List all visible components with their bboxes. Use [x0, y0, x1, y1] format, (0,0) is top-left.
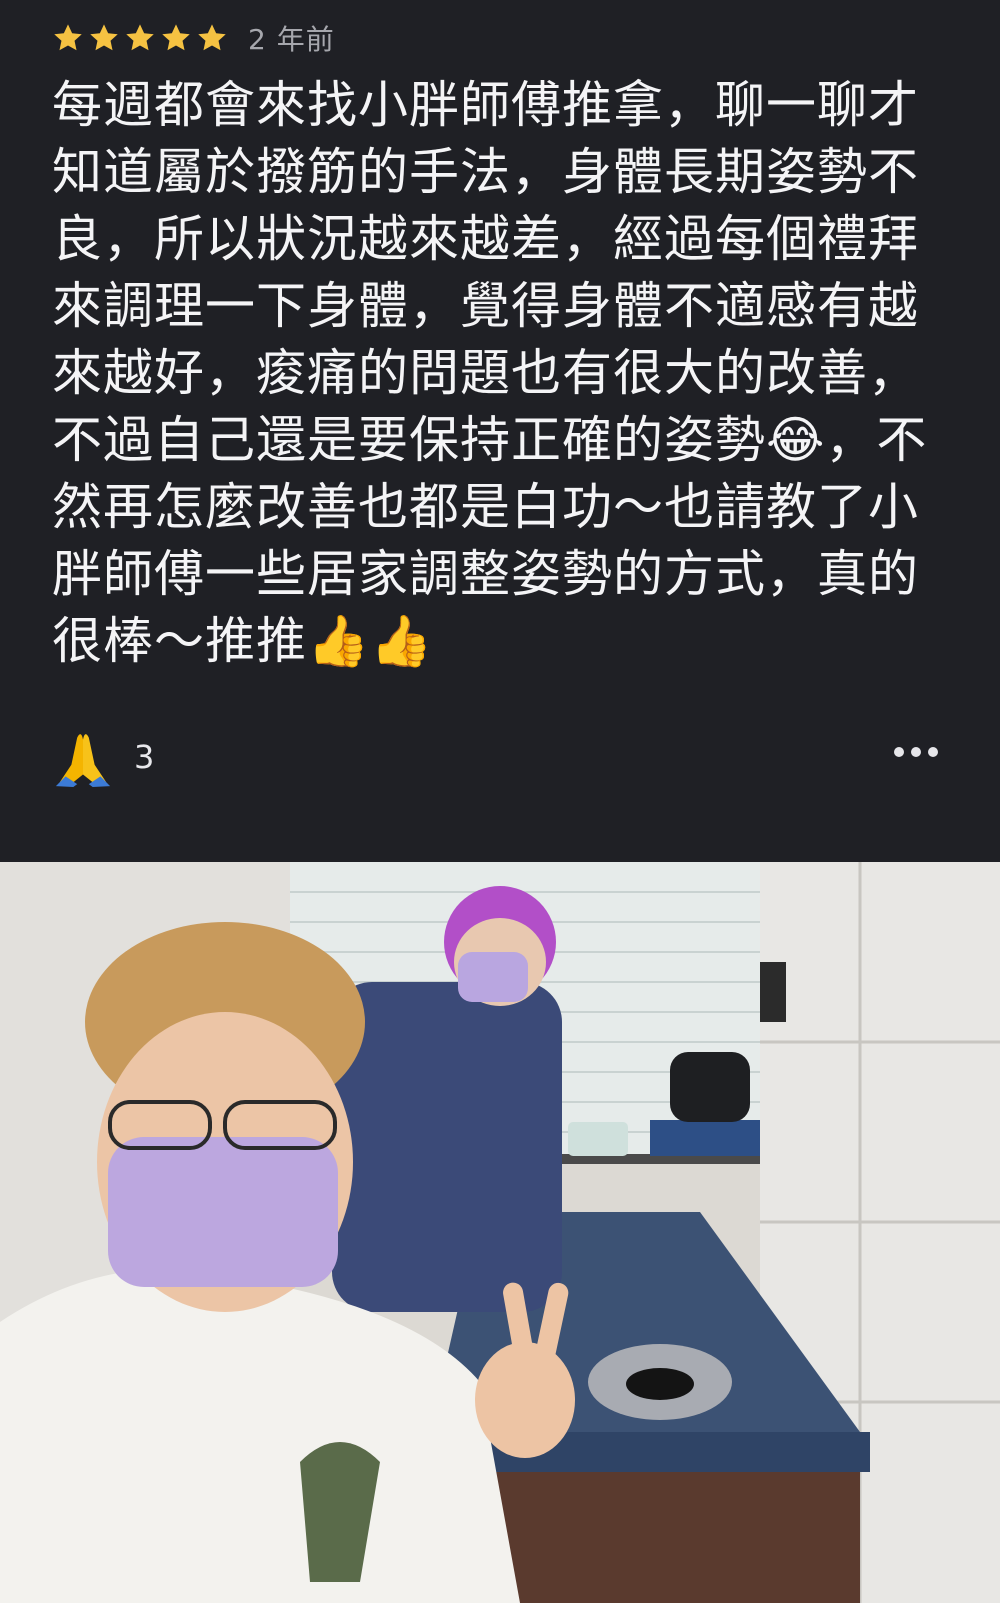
star-icon	[52, 22, 84, 54]
star-icon	[160, 22, 192, 54]
more-horizontal-icon	[894, 747, 904, 757]
review-text: 每週都會來找小胖師傅推拿，聊一聊才知道屬於撥筋的手法，身體長期姿勢不良，所以狀況…	[52, 76, 928, 670]
star-icon	[88, 22, 120, 54]
reaction-button[interactable]: 3	[52, 726, 154, 788]
review-photo[interactable]	[0, 862, 1000, 1603]
star-icon	[196, 22, 228, 54]
review-meta: 2 年前	[52, 18, 335, 58]
more-dot	[911, 747, 921, 757]
review-time: 2 年前	[248, 23, 335, 56]
review-card: 2 年前 每週都會來找小胖師傅推拿，聊一聊才知道屬於撥筋的手法，身體長期姿勢不良…	[0, 0, 1000, 1603]
folded-hands-icon	[52, 726, 114, 788]
more-dot	[928, 747, 938, 757]
star-rating	[52, 22, 228, 54]
more-options-button[interactable]	[894, 740, 938, 764]
star-icon	[124, 22, 156, 54]
reaction-count: 3	[134, 738, 155, 776]
